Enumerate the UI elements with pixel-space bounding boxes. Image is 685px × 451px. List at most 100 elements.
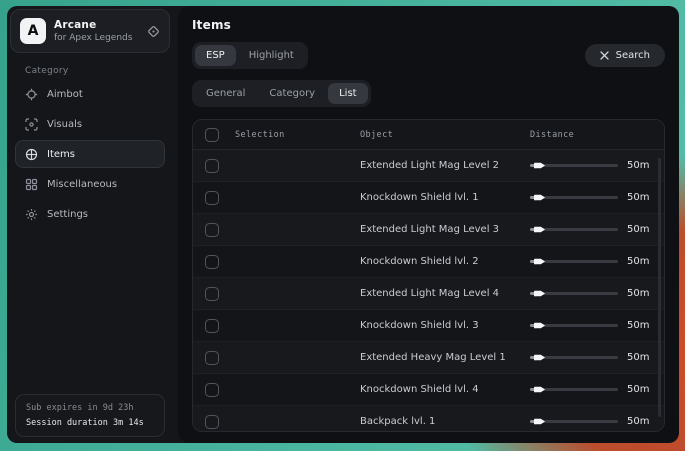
table-body: Extended Light Mag Level 2 50m Knockdown… — [193, 150, 664, 432]
object-name: Knockdown Shield lvl. 1 — [360, 192, 530, 203]
slider-thumb[interactable] — [534, 258, 545, 266]
slider-thumb[interactable] — [534, 194, 545, 202]
brand-card: A Arcane for Apex Legends — [10, 9, 170, 53]
tab-list[interactable]: List — [328, 83, 367, 104]
mode-tabs: ESPHighlight — [192, 42, 308, 69]
object-name: Extended Light Mag Level 3 — [360, 224, 530, 235]
items-table: Selection Object Distance Color Extended… — [192, 119, 665, 432]
x-icon — [600, 51, 609, 60]
main-panel: Items ESPHighlight Search GeneralCategor… — [178, 6, 679, 443]
slider-thumb[interactable] — [534, 354, 545, 362]
tab-category[interactable]: Category — [258, 83, 326, 104]
package-icon — [25, 148, 38, 161]
category-label: Category — [25, 66, 170, 76]
slider-thumb[interactable] — [534, 290, 545, 298]
search-button[interactable]: Search — [585, 44, 665, 67]
row-checkbox[interactable] — [205, 319, 219, 333]
select-all-cell — [205, 128, 235, 142]
row-checkbox[interactable] — [205, 159, 219, 173]
slider-thumb[interactable] — [534, 418, 545, 426]
sidebar-spacer — [10, 228, 170, 394]
distance-slider[interactable] — [530, 196, 618, 199]
sidebar-item-items[interactable]: Items — [15, 140, 165, 168]
row-checkbox[interactable] — [205, 255, 219, 269]
sidebar-menu: Aimbot Visuals Items Miscellaneous Setti… — [10, 80, 170, 228]
sidebar-item-label: Miscellaneous — [47, 179, 117, 190]
app-name: Arcane — [54, 19, 139, 31]
sidebar-item-label: Aimbot — [47, 89, 83, 100]
distance-slider[interactable] — [530, 324, 618, 327]
distance-value: 50m — [627, 320, 649, 331]
distance-value: 50m — [627, 416, 649, 427]
distance-slider[interactable] — [530, 260, 618, 263]
distance-slider[interactable] — [530, 356, 618, 359]
search-label: Search — [616, 50, 650, 61]
distance-slider[interactable] — [530, 164, 618, 167]
table-row: Extended Light Mag Level 4 50m — [193, 278, 664, 310]
sub-expires-text: Sub expires in 9d 23h — [26, 403, 154, 413]
app-logo: A — [20, 18, 46, 44]
object-name: Knockdown Shield lvl. 3 — [360, 320, 530, 331]
table-row: Extended Light Mag Level 2 50m — [193, 150, 664, 182]
object-name: Extended Light Mag Level 2 — [360, 160, 530, 171]
view-tabs: GeneralCategoryList — [192, 80, 371, 107]
distance-slider[interactable] — [530, 228, 618, 231]
table-row: Knockdown Shield lvl. 4 50m — [193, 374, 664, 406]
sidebar-item-visuals[interactable]: Visuals — [15, 110, 165, 138]
distance-value: 50m — [627, 384, 649, 395]
distance-value: 50m — [627, 352, 649, 363]
row-checkbox[interactable] — [205, 383, 219, 397]
sidebar-item-settings[interactable]: Settings — [15, 200, 165, 228]
app-subtitle: for Apex Legends — [54, 33, 139, 43]
slider-thumb[interactable] — [534, 322, 545, 330]
table-row: Knockdown Shield lvl. 2 50m — [193, 246, 664, 278]
session-duration-text: Session duration 3m 14s — [26, 418, 154, 428]
object-name: Extended Light Mag Level 4 — [360, 288, 530, 299]
row-checkbox[interactable] — [205, 191, 219, 205]
sidebar-item-label: Visuals — [47, 119, 82, 130]
distance-value: 50m — [627, 192, 649, 203]
table-row: Knockdown Shield lvl. 1 50m — [193, 182, 664, 214]
sidebar-item-miscellaneous[interactable]: Miscellaneous — [15, 170, 165, 198]
select-all-checkbox[interactable] — [205, 128, 219, 142]
brand-text: Arcane for Apex Legends — [54, 19, 139, 43]
column-header-object: Object — [360, 130, 530, 140]
table-row: Knockdown Shield lvl. 3 50m — [193, 310, 664, 342]
gear-icon — [25, 208, 38, 221]
tab-highlight[interactable]: Highlight — [238, 45, 305, 66]
tab-general[interactable]: General — [195, 83, 256, 104]
distance-value: 50m — [627, 256, 649, 267]
object-name: Knockdown Shield lvl. 4 — [360, 384, 530, 395]
object-name: Backpack lvl. 1 — [360, 416, 530, 427]
row-checkbox[interactable] — [205, 223, 219, 237]
table-row: Backpack lvl. 1 50m — [193, 406, 664, 432]
scan-icon — [25, 118, 38, 131]
object-name: Extended Heavy Mag Level 1 — [360, 352, 530, 363]
slider-thumb[interactable] — [534, 226, 545, 234]
sidebar: A Arcane for Apex Legends Category Aimbo… — [7, 6, 173, 443]
page-title: Items — [192, 18, 665, 32]
row-checkbox[interactable] — [205, 287, 219, 301]
tab-esp[interactable]: ESP — [195, 45, 236, 66]
toolbar-row: ESPHighlight Search — [192, 42, 665, 69]
sidebar-item-label: Items — [47, 149, 75, 160]
distance-slider[interactable] — [530, 292, 618, 295]
slider-thumb[interactable] — [534, 386, 545, 394]
distance-value: 50m — [627, 160, 649, 171]
table-header: Selection Object Distance Color — [193, 120, 664, 150]
object-name: Knockdown Shield lvl. 2 — [360, 256, 530, 267]
compass-icon[interactable] — [147, 25, 160, 38]
row-checkbox[interactable] — [205, 415, 219, 429]
distance-slider[interactable] — [530, 388, 618, 391]
session-card: Sub expires in 9d 23h Session duration 3… — [15, 394, 165, 437]
table-row: Extended Light Mag Level 3 50m — [193, 214, 664, 246]
table-row: Extended Heavy Mag Level 1 50m — [193, 342, 664, 374]
app-window: A Arcane for Apex Legends Category Aimbo… — [7, 6, 679, 443]
distance-slider[interactable] — [530, 420, 618, 423]
grid-icon — [25, 178, 38, 191]
slider-thumb[interactable] — [534, 162, 545, 170]
crosshair-icon — [25, 88, 38, 101]
sidebar-item-aimbot[interactable]: Aimbot — [15, 80, 165, 108]
row-checkbox[interactable] — [205, 351, 219, 365]
scrollbar[interactable] — [658, 158, 661, 417]
